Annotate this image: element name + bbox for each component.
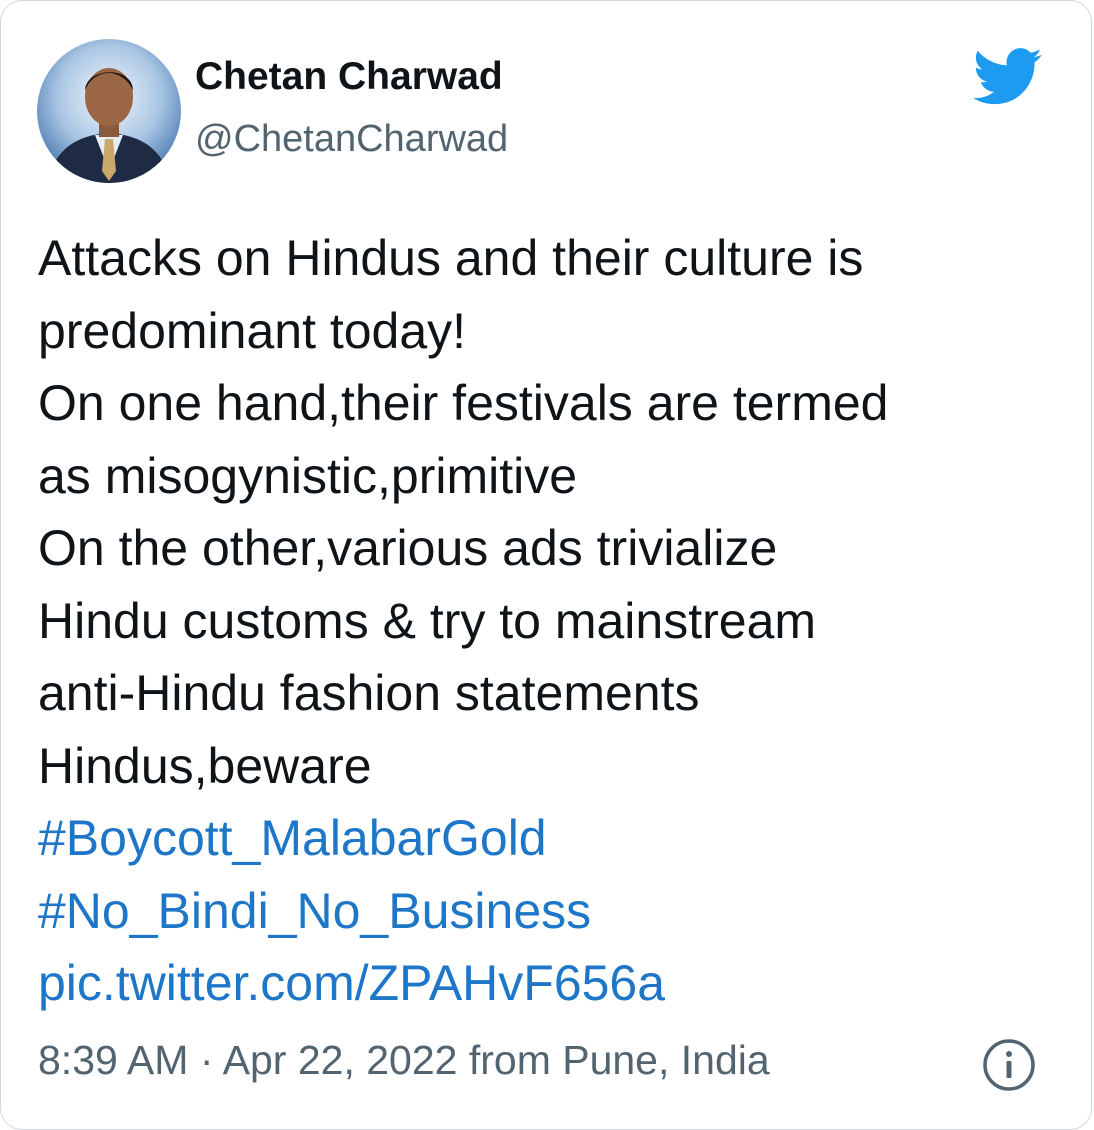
tweet-line: predominant today! — [38, 302, 467, 359]
tweet-line: Attacks on Hindus and their culture is — [38, 230, 864, 286]
hashtag-boycott-malabargold[interactable]: #Boycott_MalabarGold — [38, 802, 1058, 875]
author-handle[interactable]: @ChetanCharwad — [195, 118, 508, 161]
tweet-line: as misogynistic,primitive — [38, 447, 578, 504]
twitter-bird-icon[interactable] — [973, 47, 1043, 107]
tweet-meta: 8:39 AM · Apr 22, 2022 from Pune, India — [38, 1037, 770, 1084]
tweet-line: Hindus,beware — [38, 737, 372, 794]
tweet-time[interactable]: 8:39 AM — [38, 1037, 188, 1083]
tweet-line: anti-Hindu fashion statements — [38, 665, 700, 721]
tweet-date[interactable]: Apr 22, 2022 — [223, 1037, 458, 1083]
tweet-text: Attacks on Hindus and their culture is p… — [38, 222, 1058, 1020]
author-name[interactable]: Chetan Charwad — [195, 55, 503, 99]
info-icon[interactable] — [981, 1037, 1037, 1093]
avatar[interactable] — [37, 39, 181, 183]
hashtag-no-bindi-no-business[interactable]: #No_Bindi_No_Business — [38, 875, 1058, 948]
meta-separator: · — [199, 1037, 214, 1083]
tweet-location: from Pune, India — [468, 1037, 770, 1083]
tweet-card: Chetan Charwad @ChetanCharwad Attacks on… — [0, 0, 1092, 1130]
tweet-line: On the other,various ads trivialize — [38, 520, 778, 576]
pic-link[interactable]: pic.twitter.com/ZPAHvF656a — [38, 947, 1058, 1020]
tweet-line: Hindu customs & try to mainstream — [38, 592, 817, 649]
tweet-line: On one hand,their festivals are termed — [38, 375, 889, 431]
profile-photo-icon — [37, 39, 181, 183]
